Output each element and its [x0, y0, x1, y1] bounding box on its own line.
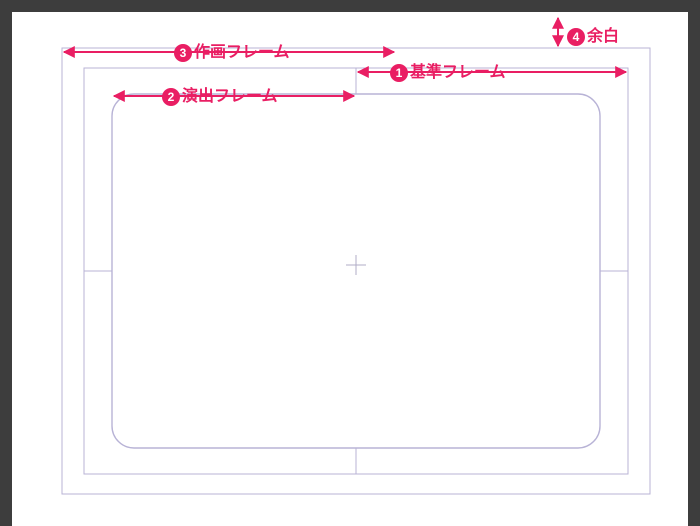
text-3: 作画フレーム [194, 44, 290, 61]
label-4: 4余白 [567, 22, 619, 46]
circle-3: 3 [174, 44, 192, 62]
circle-1: 1 [390, 64, 408, 82]
circle-2: 2 [162, 88, 180, 106]
label-3: 3作画フレーム [174, 38, 290, 62]
text-1: 基準フレーム [410, 64, 506, 81]
page: 3作画フレーム 1基準フレーム 2演出フレーム 4余白 [12, 12, 688, 526]
circle-4: 4 [567, 28, 585, 46]
frame-svg [12, 12, 688, 526]
text-4: 余白 [587, 28, 619, 45]
text-2: 演出フレーム [182, 88, 278, 105]
label-1: 1基準フレーム [390, 58, 506, 82]
label-2: 2演出フレーム [162, 82, 278, 106]
